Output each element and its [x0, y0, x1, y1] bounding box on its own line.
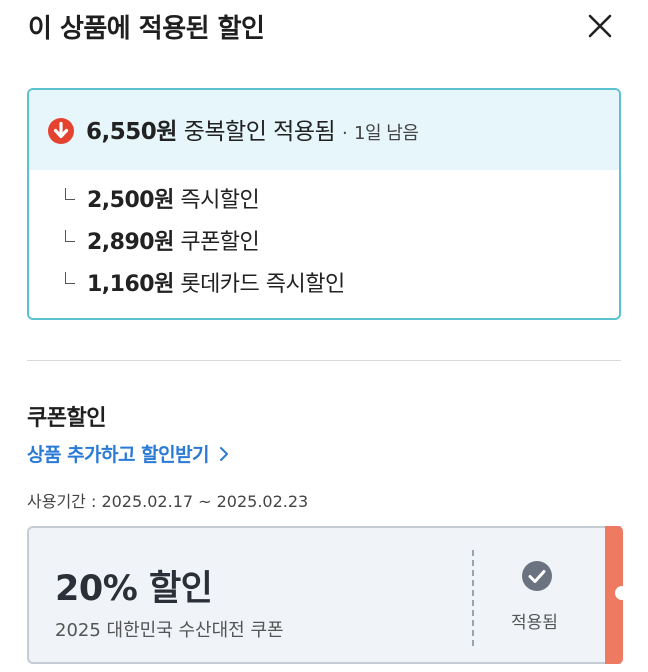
discount-summary-header: 6,550원 중복할인 적용됨 · 1일 남음 [29, 90, 619, 170]
coupon-dashed-divider [472, 550, 474, 646]
corner-bracket-icon [65, 230, 75, 242]
close-icon [588, 14, 612, 38]
corner-bracket-icon [65, 188, 75, 200]
detail-amount: 1,160원 [87, 272, 174, 297]
coupon-period: 사용기간 : 2025.02.17 ~ 2025.02.23 [27, 492, 309, 511]
add-product-link[interactable]: 상품 추가하고 할인받기 [27, 440, 231, 467]
section-divider [27, 360, 621, 361]
coupon-status: 적용됨 [511, 613, 558, 633]
coupon-card[interactable]: 20% 할인 2025 대한민국 수산대전 쿠폰 적용됨 [27, 526, 629, 664]
total-discount-line: 6,550원 중복할인 적용됨 · 1일 남음 [86, 112, 419, 146]
days-left: 1일 남음 [354, 123, 419, 144]
coupon-title: 20% 할인 [55, 569, 213, 609]
coupon-section-title: 쿠폰할인 [27, 406, 106, 431]
close-button[interactable] [584, 10, 616, 42]
page-title: 이 상품에 적용된 할인 [28, 14, 265, 44]
coupon-description: 2025 대한민국 수산대전 쿠폰 [55, 620, 284, 641]
detail-label: 쿠폰할인 [180, 230, 260, 255]
detail-amount: 2,500원 [87, 188, 174, 213]
discount-detail-item: 2,890원 쿠폰할인 [29, 224, 619, 266]
detail-amount: 2,890원 [87, 230, 174, 255]
chevron-right-icon [220, 446, 229, 461]
total-discount-amount: 6,550원 [86, 119, 177, 145]
stripe-notch [615, 586, 629, 600]
modal-header: 이 상품에 적용된 할인 [0, 0, 648, 60]
add-product-link-label: 상품 추가하고 할인받기 [27, 444, 210, 466]
total-discount-label: 중복할인 적용됨 [183, 119, 336, 145]
discount-detail-list: 2,500원 즉시할인 2,890원 쿠폰할인 1,160원 롯데카드 즉시할인 [29, 182, 619, 308]
discount-detail-item: 1,160원 롯데카드 즉시할인 [29, 266, 619, 308]
detail-label: 롯데카드 즉시할인 [180, 272, 345, 297]
check-circle-icon [522, 561, 552, 591]
discount-detail-item: 2,500원 즉시할인 [29, 182, 619, 224]
separator-dot: · [341, 123, 348, 144]
discount-summary-box: 6,550원 중복할인 적용됨 · 1일 남음 2,500원 즉시할인 2,89… [27, 88, 621, 320]
coupon-stripe [605, 526, 629, 664]
detail-label: 즉시할인 [180, 188, 260, 213]
down-arrow-circle-icon [48, 118, 74, 144]
corner-bracket-icon [65, 272, 75, 284]
